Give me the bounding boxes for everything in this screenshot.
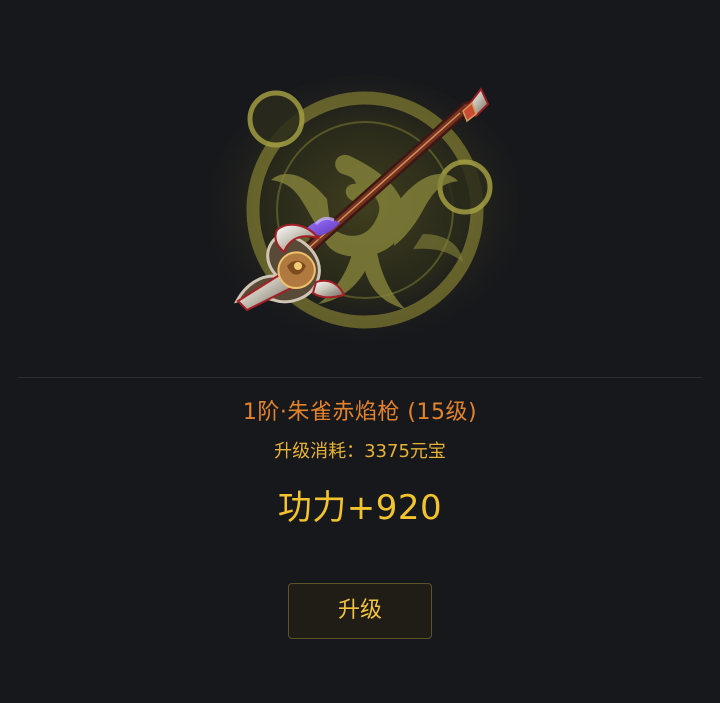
power-stat: 功力+920 bbox=[277, 488, 443, 528]
weapon-upgrade-panel: 1阶·朱雀赤焰枪 (15级) 升级消耗：3375元宝 功力+920 升级 bbox=[0, 0, 720, 703]
upgrade-cost: 升级消耗：3375元宝 bbox=[0, 438, 720, 466]
phoenix-spear-icon bbox=[207, 75, 523, 345]
upgrade-button[interactable]: 升级 bbox=[288, 583, 432, 639]
weapon-title: 1阶·朱雀赤焰枪 (15级) bbox=[242, 400, 478, 425]
upgrade-cost-value: 3375元宝 bbox=[364, 441, 446, 462]
section-divider bbox=[18, 377, 702, 378]
upgrade-cost-label: 升级消耗： bbox=[274, 441, 365, 462]
